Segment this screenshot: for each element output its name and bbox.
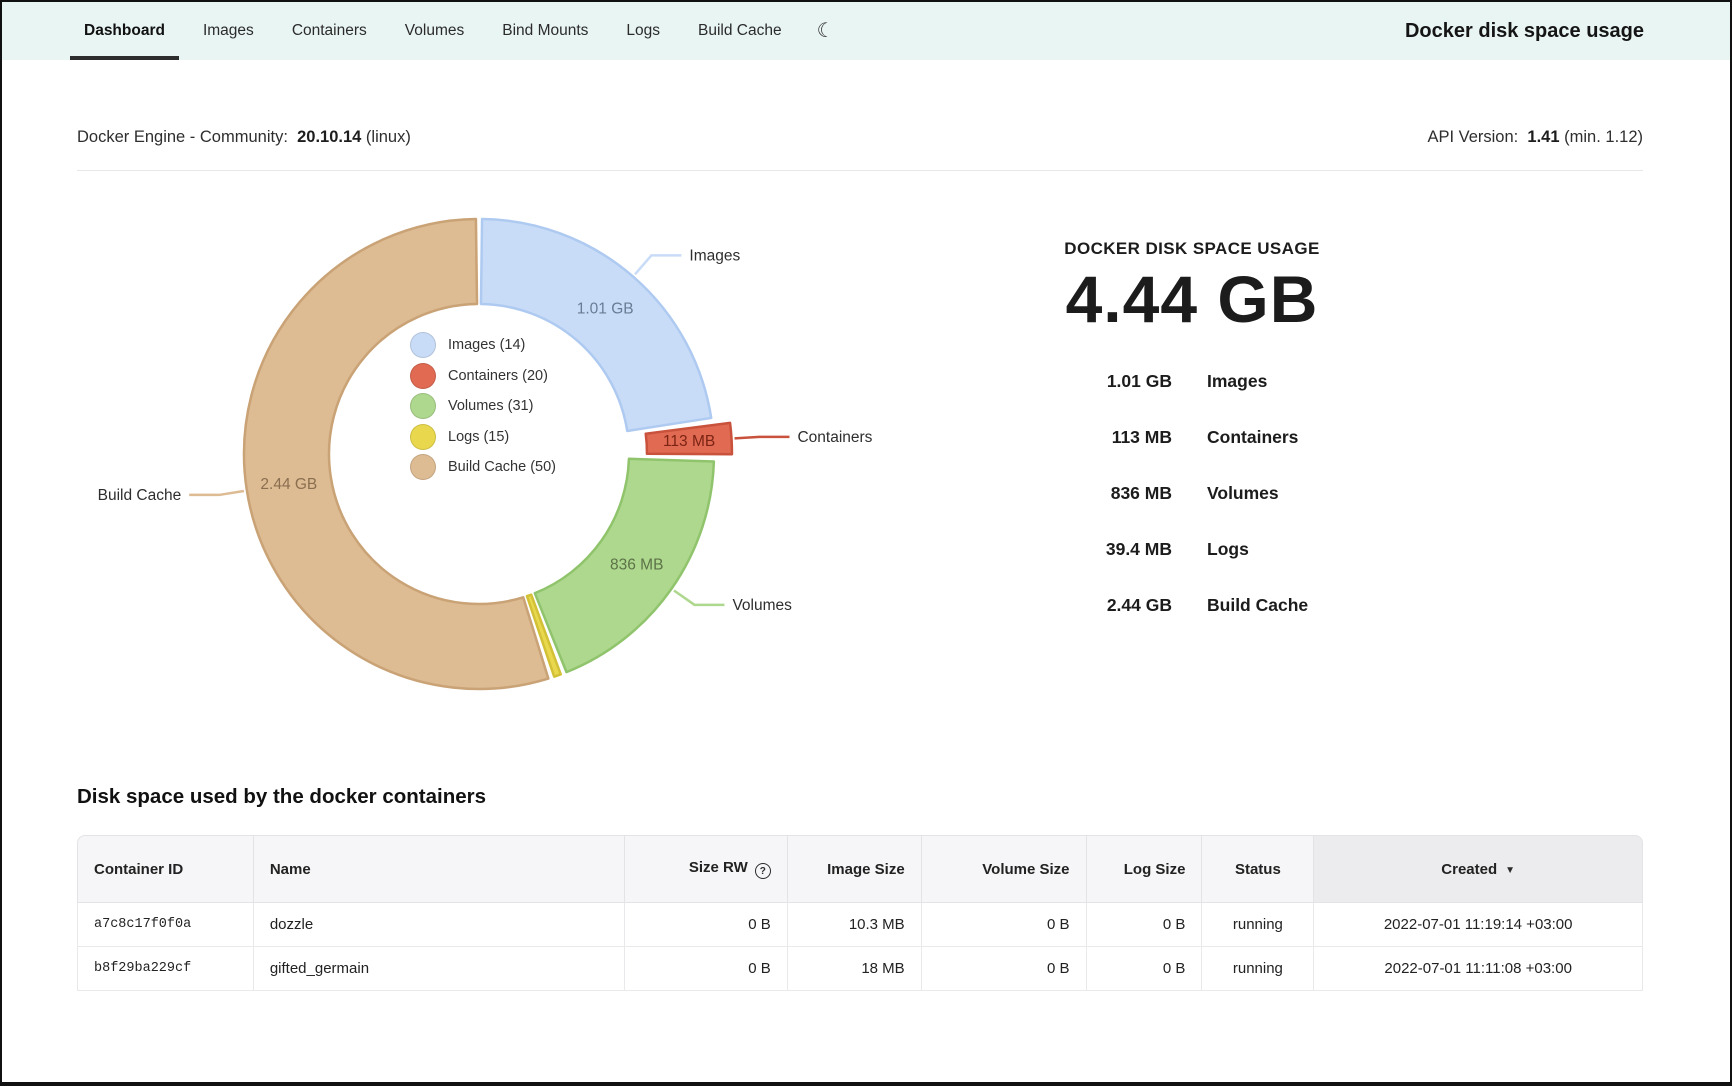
legend-item-label: Build Cache (50) [448, 459, 556, 475]
legend-item-label: Containers (20) [448, 368, 548, 384]
table-body: a7c8c17f0f0adozzle0 B10.3 MB0 B0 Brunnin… [77, 903, 1643, 991]
chart-legend: Images (14) Containers (20) Volumes (31) Lo… [410, 332, 556, 480]
column-header-logsize[interactable]: Log Size [1086, 835, 1202, 903]
summary-label: Logs [1207, 539, 1362, 560]
column-header-created[interactable]: Created▼ [1313, 835, 1643, 903]
summary-total: 4.44 GB [1022, 261, 1362, 337]
cell-imgsize: 18 MB [787, 947, 921, 991]
cell-status: running [1201, 903, 1313, 947]
disk-usage-summary: DOCKER DISK SPACE USAGE 4.44 GB 1.01 GB I… [1022, 239, 1362, 651]
help-circle-icon[interactable]: ? [755, 863, 771, 879]
tab-logs[interactable]: Logs [612, 2, 674, 60]
legend-item-images[interactable]: Images (14) [410, 332, 556, 358]
callout-line [735, 437, 790, 439]
summary-size: 113 MB [1022, 427, 1172, 448]
summary-size: 1.01 GB [1022, 371, 1172, 392]
table-row: b8f29ba229cfgifted_germain0 B18 MB0 B0 B… [77, 947, 1643, 991]
app-window: DashboardImagesContainersVolumesBind Mou… [0, 0, 1732, 1086]
column-header-id[interactable]: Container ID [77, 835, 253, 903]
cell-created: 2022-07-01 11:11:08 +03:00 [1313, 947, 1643, 991]
legend-item-volumes[interactable]: Volumes (31) [410, 393, 556, 419]
legend-item-build-cache[interactable]: Build Cache (50) [410, 454, 556, 480]
top-nav-bar: DashboardImagesContainersVolumesBind Mou… [2, 2, 1730, 60]
callout-line [189, 491, 244, 495]
summary-row-containers: 113 MB Containers [1022, 427, 1362, 448]
cell-sizerw: 0 B [624, 947, 787, 991]
summary-rows: 1.01 GB Images 113 MB Containers 836 MB Volum… [1022, 371, 1362, 616]
tab-dashboard[interactable]: Dashboard [70, 2, 179, 60]
column-header-sizerw[interactable]: Size RW? [624, 835, 787, 903]
table-row: a7c8c17f0f0adozzle0 B10.3 MB0 B0 Brunnin… [77, 903, 1643, 947]
summary-label: Volumes [1207, 483, 1362, 504]
containers-table: Container IDNameSize RW?Image SizeVolume… [77, 835, 1643, 991]
summary-row-logs: 39.4 MB Logs [1022, 539, 1362, 560]
tab-images[interactable]: Images [189, 2, 268, 60]
table-header-row: Container IDNameSize RW?Image SizeVolume… [77, 835, 1643, 903]
cell-name: dozzle [253, 903, 624, 947]
summary-size: 836 MB [1022, 483, 1172, 504]
summary-label: Build Cache [1207, 595, 1362, 616]
summary-row-volumes: 836 MB Volumes [1022, 483, 1362, 504]
summary-title: DOCKER DISK SPACE USAGE [1022, 239, 1362, 259]
tab-bar: DashboardImagesContainersVolumesBind Mou… [65, 2, 801, 60]
legend-color-dot [410, 363, 436, 389]
main-content: Docker Engine - Community: 20.10.14 (lin… [2, 128, 1730, 991]
api-version-text: API Version: 1.41 (min. 1.12) [1427, 128, 1643, 147]
slice-size-label: 836 MB [610, 556, 663, 573]
legend-item-logs[interactable]: Logs (15) [410, 424, 556, 450]
slice-size-label: 113 MB [663, 433, 715, 450]
legend-item-label: Volumes (31) [448, 398, 533, 414]
cell-volsize: 0 B [921, 947, 1086, 991]
dark-mode-moon-icon[interactable]: ☾ [807, 1, 845, 59]
tab-volumes[interactable]: Volumes [391, 2, 478, 60]
summary-size: 2.44 GB [1022, 595, 1172, 616]
callout-label-build-cache: Build Cache [98, 487, 182, 504]
summary-size: 39.4 MB [1022, 539, 1172, 560]
legend-item-containers[interactable]: Containers (20) [410, 363, 556, 389]
app-title: Docker disk space usage [1405, 2, 1644, 60]
engine-info-bar: Docker Engine - Community: 20.10.14 (lin… [77, 128, 1643, 171]
cell-status: running [1201, 947, 1313, 991]
legend-color-dot [410, 393, 436, 419]
cell-logsize: 0 B [1086, 903, 1202, 947]
legend-item-label: Logs (15) [448, 429, 509, 445]
cell-name: gifted_germain [253, 947, 624, 991]
sort-desc-icon: ▼ [1505, 865, 1515, 876]
slice-size-label: 1.01 GB [577, 301, 634, 318]
disk-usage-chart-section: 1.01 GB Images 113 MB Containers 836 MB Volum… [77, 171, 1643, 757]
column-header-name[interactable]: Name [253, 835, 624, 903]
cell-imgsize: 10.3 MB [787, 903, 921, 947]
legend-color-dot [410, 332, 436, 358]
callout-label-containers: Containers [797, 429, 872, 446]
tab-bind-mounts[interactable]: Bind Mounts [488, 2, 602, 60]
tab-containers[interactable]: Containers [278, 2, 381, 60]
cell-volsize: 0 B [921, 903, 1086, 947]
column-header-imgsize[interactable]: Image Size [787, 835, 921, 903]
callout-label-images: Images [689, 247, 740, 264]
callout-line [635, 255, 681, 274]
summary-label: Images [1207, 371, 1362, 392]
legend-color-dot [410, 424, 436, 450]
legend-color-dot [410, 454, 436, 480]
containers-table-title: Disk space used by the docker containers [77, 785, 1643, 809]
summary-row-build-cache: 2.44 GB Build Cache [1022, 595, 1362, 616]
cell-id: b8f29ba229cf [77, 947, 253, 991]
cell-id: a7c8c17f0f0a [77, 903, 253, 947]
legend-item-label: Images (14) [448, 337, 525, 353]
cell-sizerw: 0 B [624, 903, 787, 947]
column-header-status[interactable]: Status [1201, 835, 1313, 903]
column-header-volsize[interactable]: Volume Size [921, 835, 1086, 903]
summary-label: Containers [1207, 427, 1362, 448]
cell-created: 2022-07-01 11:19:14 +03:00 [1313, 903, 1643, 947]
cell-logsize: 0 B [1086, 947, 1202, 991]
callout-label-volumes: Volumes [732, 597, 792, 614]
callout-line [674, 590, 724, 604]
summary-row-images: 1.01 GB Images [1022, 371, 1362, 392]
tab-build-cache[interactable]: Build Cache [684, 2, 796, 60]
engine-version-text: Docker Engine - Community: 20.10.14 (lin… [77, 128, 411, 147]
slice-size-label: 2.44 GB [260, 476, 317, 493]
